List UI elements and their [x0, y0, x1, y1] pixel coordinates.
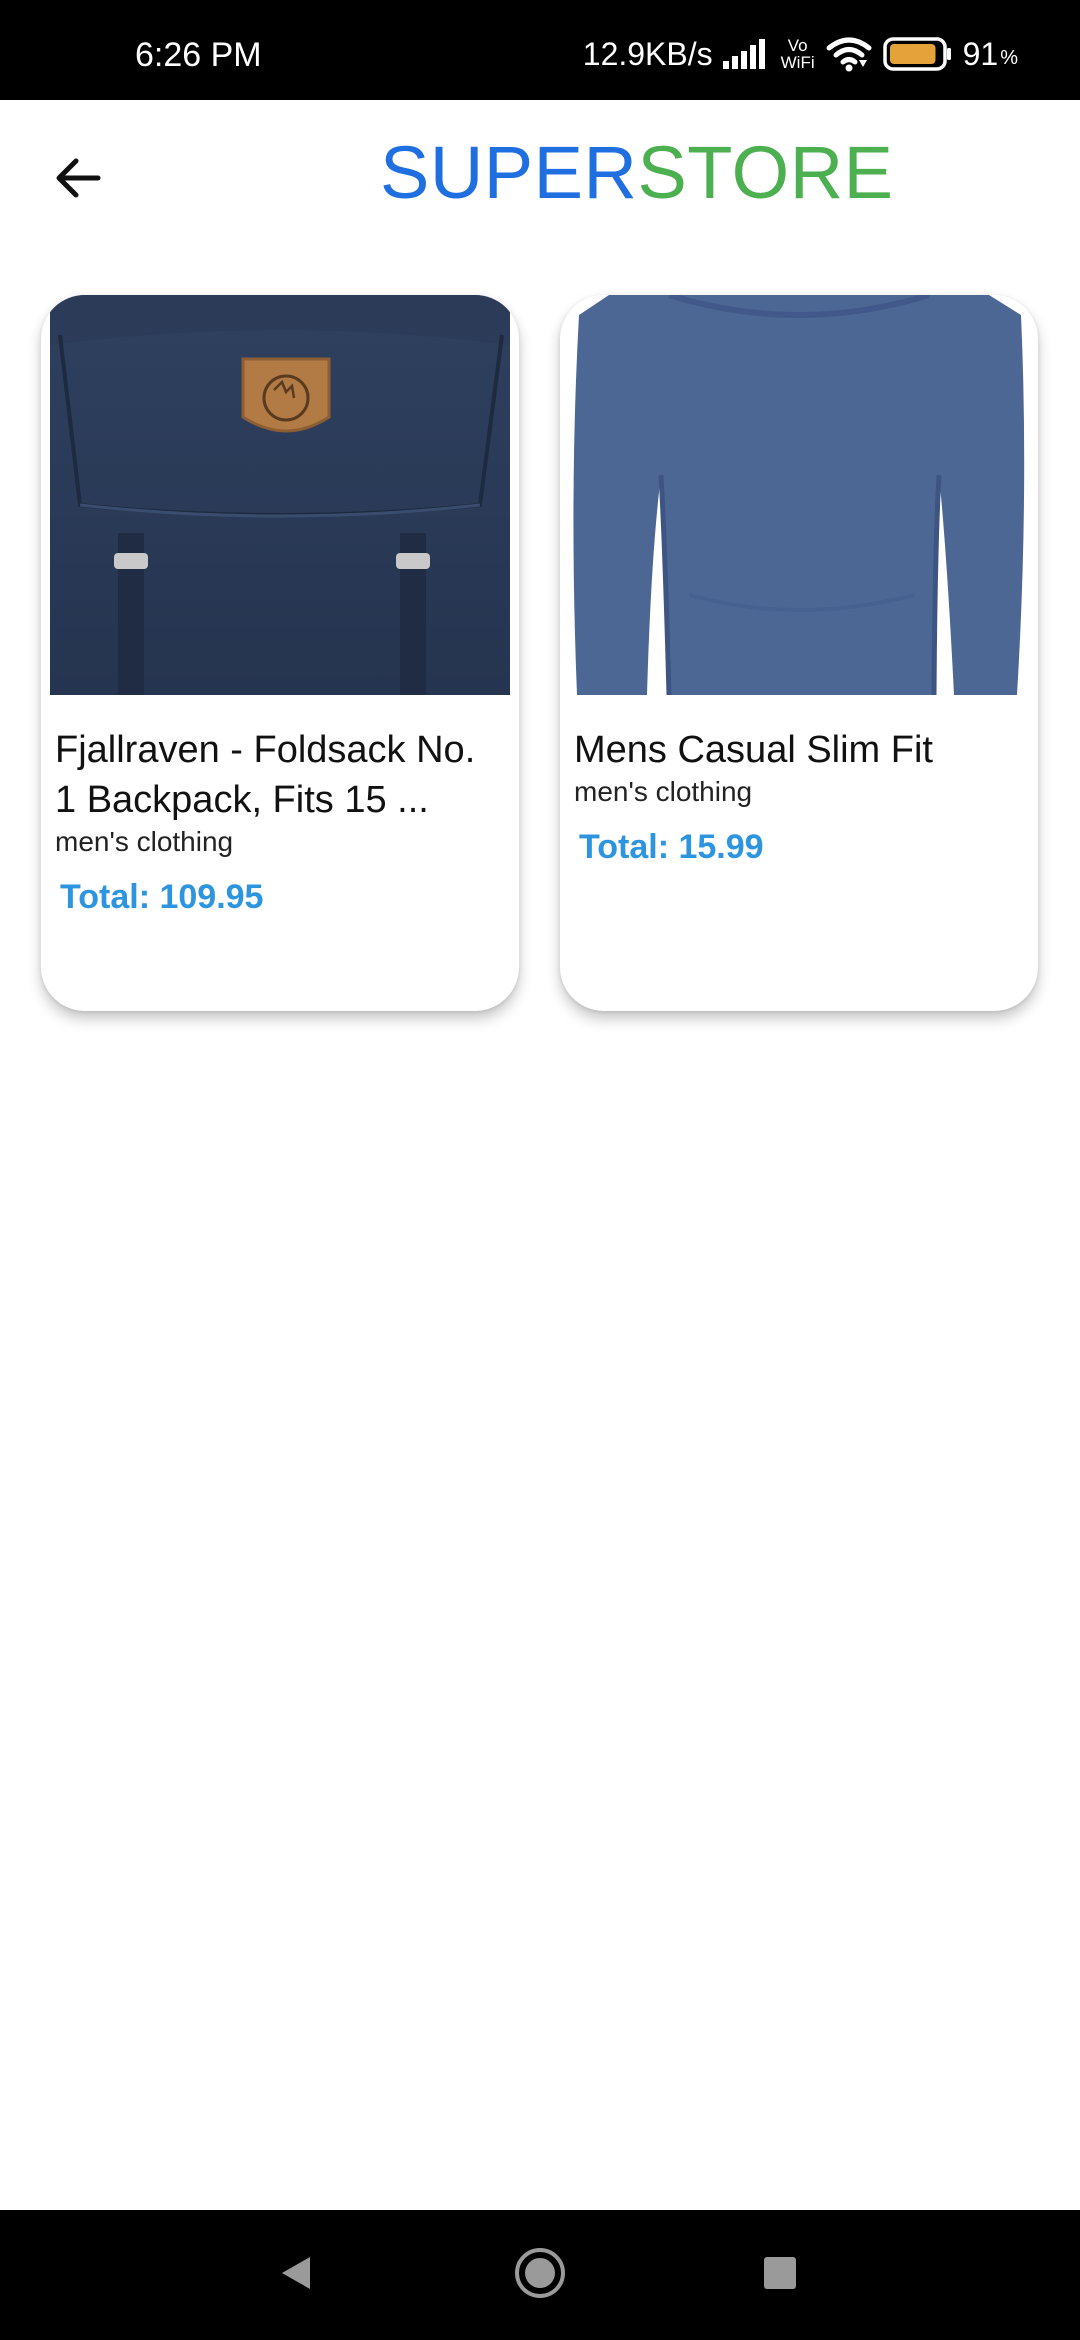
status-time: 6:26 PM: [135, 36, 262, 74]
arrow-left-icon: [52, 152, 104, 209]
nav-back-button[interactable]: [236, 2210, 356, 2340]
battery-percent: 91%: [962, 36, 1018, 72]
home-circle-icon: [513, 2246, 567, 2305]
vowifi-indicator: Vo WiFi: [780, 36, 815, 72]
product-info: Fjallraven - Foldsack No. 1 Backpack, Fit…: [55, 725, 503, 917]
product-total: Total: 109.95: [60, 878, 264, 916]
app-bar: SUPERSTORE: [0, 100, 1080, 260]
product-image: [50, 295, 510, 695]
battery-icon: [882, 37, 953, 71]
nav-recents-button[interactable]: [720, 2210, 840, 2340]
back-button[interactable]: [38, 140, 118, 220]
backpack-image: [50, 295, 510, 695]
long-sleeve-shirt-image: [569, 295, 1029, 695]
status-indicators: 12.9KB/s Vo WiFi 91 %: [583, 36, 1018, 72]
app-title-store: STORE: [637, 131, 894, 214]
nav-home-button[interactable]: [480, 2210, 600, 2340]
product-category: men's clothing: [55, 826, 234, 857]
product-title: Mens Casual Slim Fit: [574, 729, 933, 771]
product-total: Total: 15.99: [579, 828, 764, 866]
network-speed: 12.9KB/s: [582, 36, 713, 72]
recents-square-icon: [762, 2255, 798, 2296]
product-category: men's clothing: [574, 776, 753, 807]
product-card[interactable]: Mens Casual Slim Fit men's clothing Tota…: [560, 295, 1038, 1011]
product-card[interactable]: Fjallraven - Foldsack No. 1 Backpack, Fit…: [41, 295, 519, 1011]
app-title: SUPERSTORE: [380, 136, 894, 210]
product-title: Fjallraven - Foldsack No. 1 Backpack, Fit…: [55, 729, 476, 821]
status-bar: 6:26 PM 12.9KB/s Vo WiFi 91 %: [0, 0, 1080, 100]
wifi-icon: [825, 36, 873, 72]
signal-icon: [722, 39, 767, 69]
product-image: [569, 295, 1029, 695]
product-info: Mens Casual Slim Fit men's clothing Tota…: [574, 725, 1022, 867]
navigation-bar: [0, 2210, 1080, 2340]
back-triangle-icon: [278, 2253, 314, 2298]
app-title-super: SUPER: [380, 131, 638, 214]
